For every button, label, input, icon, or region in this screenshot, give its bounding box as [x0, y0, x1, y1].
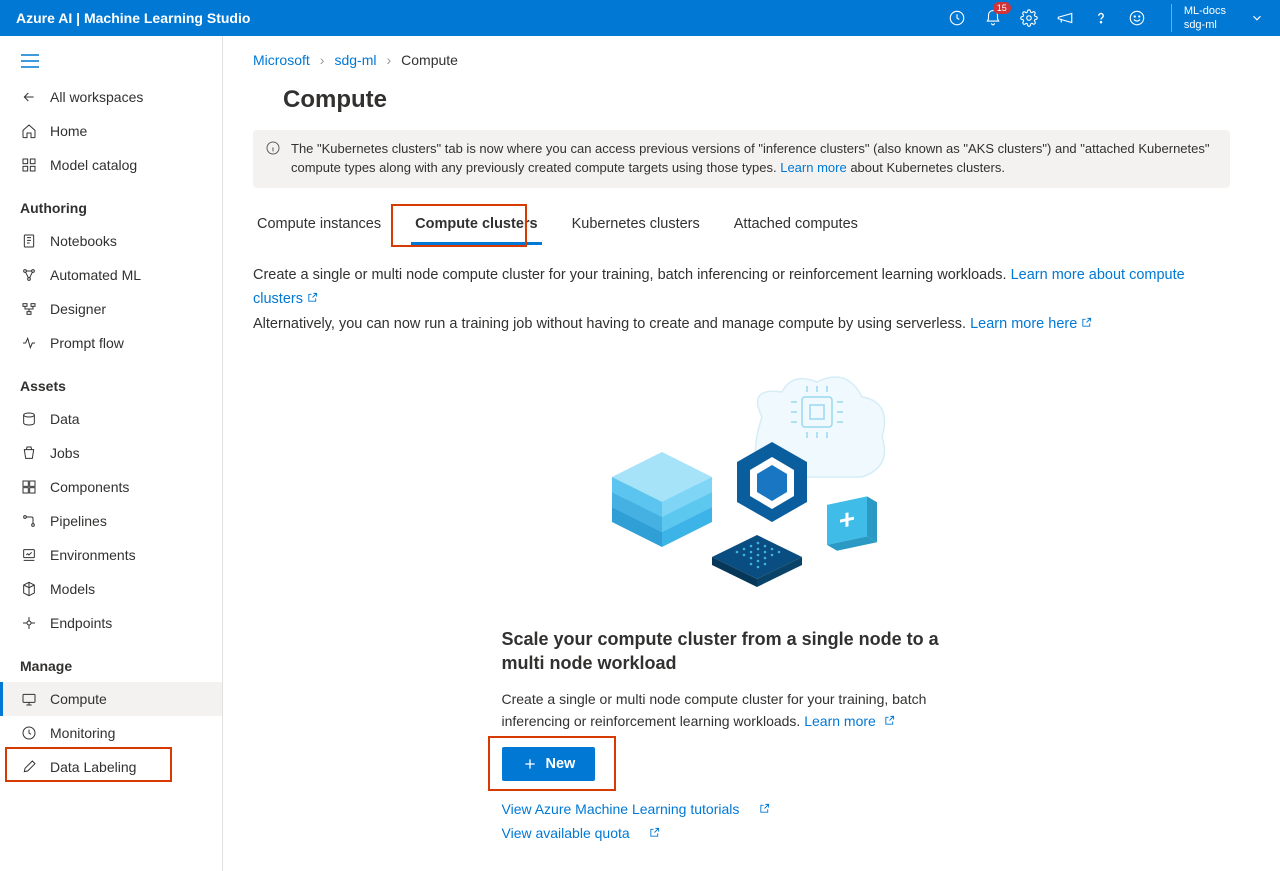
sidebar-item-model-catalog[interactable]: Model catalog	[0, 148, 222, 182]
tab-kubernetes-clusters[interactable]: Kubernetes clusters	[568, 206, 704, 245]
quota-link[interactable]: View available quota	[502, 825, 982, 841]
bell-icon[interactable]: 15	[983, 8, 1003, 28]
sidebar-item-label: All workspaces	[50, 89, 143, 105]
learn-more-link[interactable]: Learn more	[804, 713, 894, 729]
labeling-icon	[20, 758, 38, 776]
sidebar-section-manage: Manage	[0, 640, 222, 682]
sidebar-item-prompt-flow[interactable]: Prompt flow	[0, 326, 222, 360]
sidebar: All workspaces Home Model catalog Author…	[0, 36, 223, 871]
monitoring-icon	[20, 724, 38, 742]
sidebar-item-label: Jobs	[50, 445, 80, 461]
gear-icon[interactable]	[1019, 8, 1039, 28]
app-title: Azure AI | Machine Learning Studio	[16, 10, 250, 26]
automl-icon	[20, 266, 38, 284]
tab-compute-instances[interactable]: Compute instances	[253, 206, 385, 245]
workspace-selector[interactable]: ML-docs sdg-ml	[1171, 4, 1226, 33]
pipelines-icon	[20, 512, 38, 530]
info-icon	[265, 140, 281, 178]
sidebar-item-jobs[interactable]: Jobs	[0, 436, 222, 470]
illustration	[582, 367, 902, 607]
sidebar-item-environments[interactable]: Environments	[0, 538, 222, 572]
sidebar-item-label: Endpoints	[50, 615, 112, 631]
sidebar-item-data[interactable]: Data	[0, 402, 222, 436]
sidebar-item-components[interactable]: Components	[0, 470, 222, 504]
sidebar-item-home[interactable]: Home	[0, 114, 222, 148]
sidebar-item-label: Model catalog	[50, 157, 137, 173]
flow-icon	[20, 334, 38, 352]
sidebar-item-label: Designer	[50, 301, 106, 317]
sidebar-item-label: Data Labeling	[50, 759, 136, 775]
chevron-right-icon: ›	[386, 52, 391, 68]
sidebar-item-label: Notebooks	[50, 233, 117, 249]
page-title: Compute	[283, 86, 1230, 114]
sidebar-item-compute[interactable]: Compute	[0, 682, 222, 716]
tab-compute-clusters[interactable]: Compute clusters	[411, 206, 541, 245]
environments-icon	[20, 546, 38, 564]
notebook-icon	[20, 232, 38, 250]
data-icon	[20, 410, 38, 428]
new-button[interactable]: New	[502, 747, 596, 781]
learn-more-link[interactable]: Learn more here	[970, 316, 1092, 332]
top-header: Azure AI | Machine Learning Studio 15 ML…	[0, 0, 1280, 36]
catalog-icon	[20, 156, 38, 174]
smile-icon[interactable]	[1127, 8, 1147, 28]
help-icon[interactable]	[1091, 8, 1111, 28]
designer-icon	[20, 300, 38, 318]
tutorials-link[interactable]: View Azure Machine Learning tutorials	[502, 801, 982, 817]
sidebar-item-all-workspaces[interactable]: All workspaces	[0, 80, 222, 114]
banner-link[interactable]: Learn more	[780, 160, 846, 175]
clock-icon[interactable]	[947, 8, 967, 28]
components-icon	[20, 478, 38, 496]
breadcrumb-current: Compute	[401, 52, 458, 68]
breadcrumb-link[interactable]: Microsoft	[253, 52, 310, 68]
sidebar-item-automated-ml[interactable]: Automated ML	[0, 258, 222, 292]
chevron-right-icon: ›	[320, 52, 325, 68]
sidebar-item-models[interactable]: Models	[0, 572, 222, 606]
sidebar-item-pipelines[interactable]: Pipelines	[0, 504, 222, 538]
empty-state: Scale your compute cluster from a single…	[253, 367, 1230, 841]
workspace-sub: sdg-ml	[1184, 18, 1226, 32]
workspace-name: ML-docs	[1184, 4, 1226, 18]
hamburger-icon[interactable]	[0, 48, 222, 80]
sidebar-item-designer[interactable]: Designer	[0, 292, 222, 326]
sidebar-item-data-labeling[interactable]: Data Labeling	[0, 750, 222, 784]
sidebar-item-label: Home	[50, 123, 87, 139]
compute-icon	[20, 690, 38, 708]
tabs: Compute instances Compute clusters Kuber…	[253, 206, 1230, 245]
endpoints-icon	[20, 614, 38, 632]
breadcrumb: Microsoft › sdg-ml › Compute	[253, 52, 1230, 68]
sidebar-item-label: Components	[50, 479, 129, 495]
arrow-left-icon	[20, 88, 38, 106]
breadcrumb-link[interactable]: sdg-ml	[334, 52, 376, 68]
sidebar-item-label: Environments	[50, 547, 136, 563]
jobs-icon	[20, 444, 38, 462]
sidebar-section-assets: Assets	[0, 360, 222, 402]
empty-state-title: Scale your compute cluster from a single…	[502, 627, 982, 676]
sidebar-item-monitoring[interactable]: Monitoring	[0, 716, 222, 750]
sidebar-item-label: Automated ML	[50, 267, 141, 283]
banner-suffix: about Kubernetes clusters.	[847, 160, 1005, 175]
chevron-down-icon[interactable]	[1250, 11, 1264, 25]
models-icon	[20, 580, 38, 598]
empty-state-desc: Create a single or multi node compute cl…	[502, 689, 982, 732]
main-content: Microsoft › sdg-ml › Compute Compute The…	[223, 36, 1280, 871]
sidebar-item-notebooks[interactable]: Notebooks	[0, 224, 222, 258]
sidebar-item-label: Models	[50, 581, 95, 597]
sidebar-item-label: Data	[50, 411, 80, 427]
sidebar-item-label: Pipelines	[50, 513, 107, 529]
home-icon	[20, 122, 38, 140]
tab-attached-computes[interactable]: Attached computes	[730, 206, 862, 245]
sidebar-item-endpoints[interactable]: Endpoints	[0, 606, 222, 640]
banner-text: The "Kubernetes clusters" tab is now whe…	[291, 141, 1209, 175]
sidebar-item-label: Monitoring	[50, 725, 115, 741]
notification-badge: 15	[993, 2, 1011, 14]
sidebar-item-label: Compute	[50, 691, 107, 707]
megaphone-icon[interactable]	[1055, 8, 1075, 28]
sidebar-section-authoring: Authoring	[0, 182, 222, 224]
sidebar-item-label: Prompt flow	[50, 335, 124, 351]
new-button-label: New	[546, 756, 576, 772]
info-banner: The "Kubernetes clusters" tab is now whe…	[253, 130, 1230, 188]
tab-description: Create a single or multi node compute cl…	[253, 263, 1230, 337]
